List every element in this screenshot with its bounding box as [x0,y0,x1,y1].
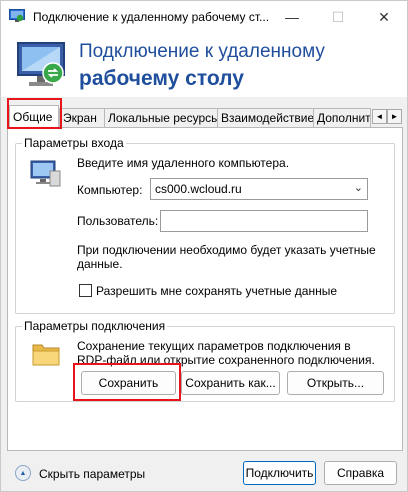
computer-value: cs000.wcloud.ru [155,182,242,196]
tab-local-resources[interactable]: Локальные ресурсы [104,108,218,127]
arrow-right-icon: ► [390,112,399,121]
connection-desc-line2: RDP-файл или открытие сохраненного подкл… [77,353,375,367]
save-credentials-checkbox[interactable] [79,284,92,297]
tab-experience[interactable]: Взаимодействие [217,108,314,127]
window-title: Подключение к удаленному рабочему ст... [33,10,270,24]
rdp-window: Подключение к удаленному рабочему ст... … [0,0,408,492]
folder-icon [32,344,60,366]
save-credentials-label[interactable]: Разрешить мне сохранять учетные данные [96,284,337,298]
info-text-line1: При подключении необходимо будет указать… [77,243,376,257]
minimize-button[interactable]: — [269,1,315,33]
rdp-app-icon [9,9,25,22]
banner-title-line2: рабочему столу [79,67,244,90]
open-button[interactable]: Открыть... [287,371,384,395]
connection-group-title: Параметры подключения [22,319,168,333]
rdp-logo-icon [17,42,65,86]
title-bar[interactable]: Подключение к удаленному рабочему ст... … [1,1,407,33]
close-button[interactable]: ✕ [361,1,407,33]
header-banner: Подключение к удаленному рабочему столу [1,33,407,97]
computer-icon [30,160,61,187]
tab-scroll-right-button[interactable]: ► [387,109,402,124]
chevron-down-icon: ⌄ [353,182,363,194]
maximize-button[interactable]: ☐ [315,1,361,33]
collapse-icon[interactable]: ▲ [15,465,31,481]
tab-display[interactable]: Экран [59,108,105,127]
computer-prompt-text: Введите имя удаленного компьютера. [77,156,290,170]
connect-button[interactable]: Подключить [243,461,316,485]
help-button[interactable]: Справка [324,461,397,485]
hide-options-link[interactable]: Скрыть параметры [39,467,145,481]
computer-label: Компьютер: [77,183,143,197]
save-button[interactable]: Сохранить [81,371,176,395]
info-text-line2: данные. [77,257,123,271]
tab-advanced[interactable]: Дополнительно [313,108,371,127]
tab-general[interactable]: Общие [9,105,59,128]
close-icon: ✕ [378,8,390,25]
minimize-icon: — [285,9,299,25]
user-label: Пользователь: [77,214,159,228]
login-group-title: Параметры входа [22,136,126,150]
arrow-left-icon: ◄ [375,112,384,121]
login-settings-group: Параметры входа Введите имя удаленного к… [15,136,395,314]
computer-combobox[interactable]: cs000.wcloud.ru ⌄ [150,178,368,200]
maximize-icon: ☐ [331,8,345,25]
banner-title-line1: Подключение к удаленному [79,41,325,62]
general-tab-panel: Параметры входа Введите имя удаленного к… [7,127,403,451]
save-as-button[interactable]: Сохранить как... [181,371,280,395]
tab-scroll-left-button[interactable]: ◄ [372,109,387,124]
user-field[interactable] [160,210,368,232]
tab-strip: Общие Экран Локальные ресурсы Взаимодейс… [7,105,403,128]
connection-desc-line1: Сохранение текущих параметров подключени… [77,339,351,353]
